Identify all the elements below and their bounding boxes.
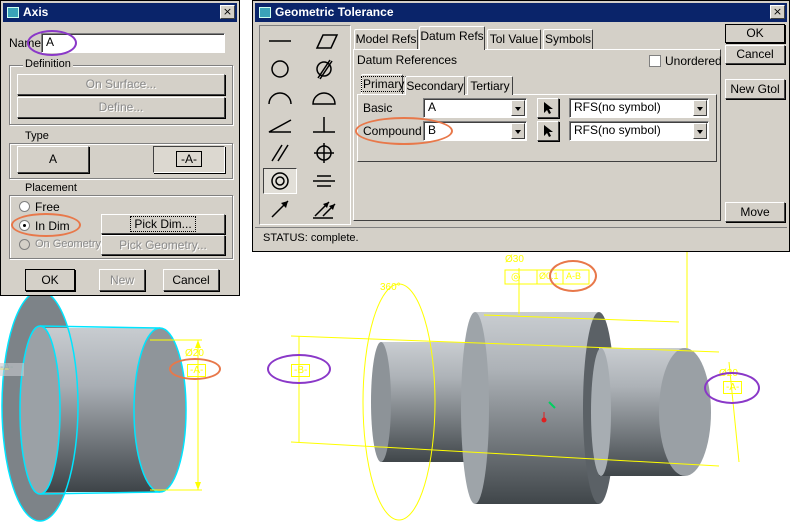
tab-symbols[interactable]: Symbols (543, 29, 593, 49)
symmetry-icon[interactable] (307, 168, 341, 194)
on-geometry-label[interactable]: On Geometry (35, 238, 101, 250)
compound-material-value: RFS(no symbol) (574, 123, 661, 137)
basic-dropdown-arrow-icon[interactable] (511, 100, 525, 116)
annotation-circle-datum-b (267, 354, 331, 384)
concentricity-icon[interactable] (263, 168, 297, 194)
status-bar: STATUS: complete. (255, 227, 787, 249)
subtab-tertiary[interactable]: Tertiary (467, 76, 513, 95)
status-text: STATUS: complete. (263, 232, 359, 244)
cylindricity-icon[interactable] (307, 56, 341, 82)
right-3d-viewport[interactable]: Ø30 360° ◎ Ø0.1 A-B -B- Ø20 -A- (249, 252, 795, 530)
perpendicularity-icon[interactable] (307, 112, 341, 138)
pick-dim-label: Pick Dim... (130, 216, 196, 232)
unordered-label[interactable]: Unordered (665, 54, 722, 68)
axis-dialog-title-bar[interactable]: Axis × (3, 3, 237, 22)
type-boxed-a-button[interactable]: -A- (153, 146, 225, 173)
on-surface-button[interactable]: On Surface... (17, 74, 225, 95)
tab-model-refs[interactable]: Model Refs (354, 29, 418, 49)
axis-dialog: Axis × Name A Definition On Surface... D… (0, 0, 240, 296)
circular-runout-icon[interactable] (263, 196, 297, 222)
tab-datum-refs[interactable]: Datum Refs (419, 26, 485, 50)
diameter-30-dimension[interactable]: Ø30 (505, 254, 524, 265)
compound-material-dropdown-arrow-icon[interactable] (693, 123, 707, 139)
annotation-circle-gtol-datum (549, 260, 597, 292)
placement-label: Placement (23, 182, 79, 194)
angularity-icon[interactable] (263, 112, 297, 138)
definition-label: Definition (23, 58, 73, 70)
basic-select-arrow-button[interactable] (537, 98, 559, 118)
left-3d-viewport[interactable]: -A- Ø20 -A- (0, 296, 240, 530)
basic-material-value: RFS(no symbol) (574, 100, 661, 114)
annotation-circle-datum-a-right (704, 372, 760, 404)
gtol-dialog-title: Geometric Tolerance (275, 5, 394, 19)
annotation-circle-compound (355, 117, 453, 145)
axis-close-button[interactable]: × (220, 5, 235, 19)
unordered-checkbox[interactable] (649, 55, 661, 67)
gtol-close-button[interactable]: × (770, 5, 785, 19)
flatness-icon[interactable] (307, 28, 341, 54)
annotation-circle-datum-a (169, 358, 221, 380)
profile-surface-icon[interactable] (307, 84, 341, 110)
parallelism-icon[interactable] (263, 140, 297, 166)
pointer-arrow-icon (544, 125, 553, 137)
axis-ok-button[interactable]: OK (25, 269, 75, 291)
subtab-secondary[interactable]: Secondary (405, 76, 465, 95)
total-runout-icon[interactable] (307, 196, 341, 222)
circularity-icon[interactable] (263, 56, 297, 82)
compound-select-arrow-button[interactable] (537, 121, 559, 141)
basic-datum-value: A (428, 100, 437, 114)
tab-tol-value[interactable]: Tol Value (487, 29, 541, 49)
free-label[interactable]: Free (35, 200, 60, 214)
axis-ok-label: OK (41, 273, 59, 287)
straightness-icon[interactable] (263, 28, 297, 54)
gtol-ok-label: OK (746, 26, 764, 40)
boxed-a-label: -A- (176, 151, 202, 167)
type-label: Type (23, 130, 51, 142)
pick-geometry-button[interactable]: Pick Geometry... (101, 235, 225, 255)
basic-label: Basic (363, 101, 393, 115)
basic-material-combo[interactable]: RFS(no symbol) (569, 98, 709, 118)
gtol-ok-button[interactable]: OK (725, 24, 785, 43)
annotation-circle-in-dim (11, 213, 81, 237)
gtol-cancel-button[interactable]: Cancel (725, 45, 785, 64)
pointer-arrow-icon (544, 102, 553, 114)
axis-cancel-button[interactable]: Cancel (163, 269, 219, 291)
axis-dialog-title: Axis (23, 5, 49, 19)
subtab-primary-label: Primary (360, 76, 407, 92)
gtol-dialog-title-bar[interactable]: Geometric Tolerance × (255, 3, 787, 22)
new-gtol-button[interactable]: New Gtol (725, 79, 785, 99)
concentricity-gtol-symbol[interactable]: ◎ (511, 270, 521, 283)
annotation-circle-name (27, 30, 77, 56)
axis-new-button[interactable]: New (99, 269, 145, 291)
window-icon (259, 7, 271, 18)
datum-references-label: Datum References (357, 53, 458, 67)
window-icon (7, 7, 19, 18)
basic-material-dropdown-arrow-icon[interactable] (693, 100, 707, 116)
type-a-button[interactable]: A (17, 146, 89, 173)
subtab-primary[interactable]: Primary (360, 74, 407, 94)
move-button[interactable]: Move (725, 202, 785, 222)
compound-dropdown-arrow-icon[interactable] (511, 123, 525, 139)
angle-dimension[interactable]: 360° (380, 282, 401, 293)
basic-datum-combo[interactable]: A (423, 98, 527, 118)
position-icon[interactable] (307, 140, 341, 166)
free-radio[interactable] (19, 201, 30, 212)
pick-dim-button[interactable]: Pick Dim... (101, 214, 225, 234)
left-part-drawing (0, 296, 202, 522)
geometric-tolerance-dialog: Geometric Tolerance × Model Refs Datum R… (252, 0, 790, 252)
left-edge-datum-label: -A- (0, 362, 14, 373)
profile-line-icon[interactable] (263, 84, 297, 110)
on-geometry-radio[interactable] (19, 239, 30, 250)
compound-material-combo[interactable]: RFS(no symbol) (569, 121, 709, 141)
define-button[interactable]: Define... (17, 97, 225, 118)
